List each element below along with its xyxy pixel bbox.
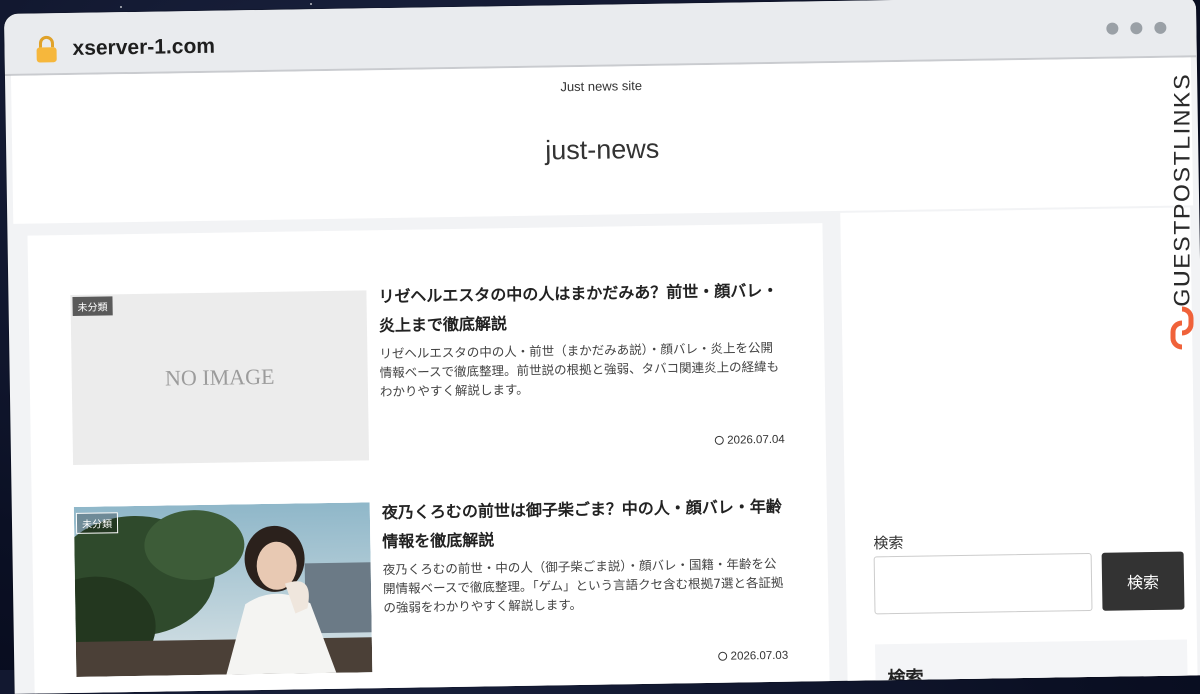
post-date-text: 2026.07.04 (727, 433, 785, 447)
clock-icon (715, 435, 725, 445)
widget-title: 検索 (887, 667, 924, 690)
star (120, 6, 122, 8)
post-date-text: 2026.07.03 (730, 649, 789, 663)
sidebar: 検索 検索 検索 (840, 207, 1198, 694)
post-date: 2026.07.03 (718, 649, 789, 663)
post-thumbnail[interactable]: NO IMAGE (70, 290, 370, 465)
window-dot-icon[interactable] (1106, 22, 1119, 35)
category-badge[interactable]: 未分類 (75, 512, 119, 534)
url-domain[interactable]: xserver-1.com (72, 35, 215, 61)
post-date: 2026.07.04 (715, 434, 785, 447)
post-card[interactable]: 未分類 夜乃くろむの前世は御子柴ごま？中の人・顔バレ・年齢情報を徹底解説 夜乃く… (73, 492, 789, 683)
post-photo (73, 502, 373, 677)
window-controls (1106, 21, 1167, 35)
search-button[interactable]: 検索 (1101, 551, 1185, 611)
no-image-text: NO IMAGE (164, 363, 275, 391)
lock-icon (36, 35, 57, 63)
window-dot-icon[interactable] (1154, 21, 1167, 34)
post-card[interactable]: NO IMAGE 未分類 リゼヘルエスタの中の人はまかだみあ？前世・顔バレ・炎上… (70, 276, 785, 467)
post-thumbnail[interactable] (73, 502, 373, 677)
link-icon (1170, 306, 1194, 350)
site-tagline: Just news site (560, 77, 643, 95)
post-snippet: 夜乃くろむの前世・中の人（御子柴ごま説）・顔バレ・国籍・年齢を公開情報ベースで徹… (382, 555, 784, 616)
site-header: Just news site just-news (10, 57, 1194, 224)
post-title[interactable]: リゼヘルエスタの中の人はまかだみあ？前世・顔バレ・炎上まで徹底解説 (378, 276, 784, 340)
post-snippet: リゼヘルエスタの中の人・前世（まかだみあ説）・顔バレ・炎上を公開情報ベースで徹底… (379, 339, 780, 400)
browser-window: xserver-1.com Just news site just-news N… (4, 0, 1200, 694)
star (310, 3, 312, 5)
post-list: NO IMAGE 未分類 リゼヘルエスタの中の人はまかだみあ？前世・顔バレ・炎上… (27, 223, 830, 694)
search-widget: 検索 (875, 639, 1188, 694)
search-label: 検索 (873, 533, 904, 553)
search-input[interactable] (873, 552, 1093, 615)
site-logo[interactable]: just-news (12, 125, 1192, 175)
watermark-text: GUESTPOSTLINKS (1169, 72, 1197, 308)
window-dot-icon[interactable] (1130, 22, 1143, 35)
post-title[interactable]: 夜乃くろむの前世は御子柴ごま？中の人・顔バレ・年齢情報を徹底解説 (382, 492, 788, 556)
category-badge[interactable]: 未分類 (72, 296, 113, 316)
clock-icon (718, 651, 728, 661)
